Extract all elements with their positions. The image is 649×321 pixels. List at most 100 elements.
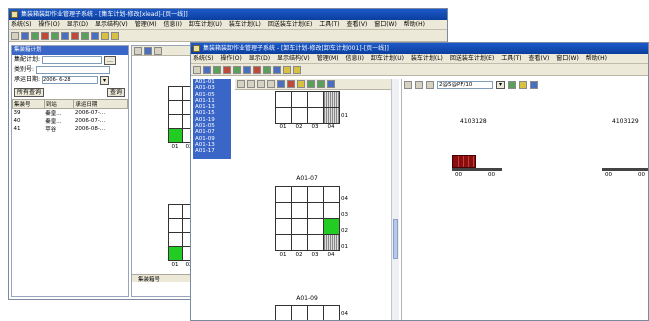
menu-info[interactable]: 信息(I): [163, 21, 181, 28]
yard-cell[interactable]: [276, 235, 292, 251]
menu-load-plan[interactable]: 装车计划(L): [229, 21, 261, 28]
refresh-icon[interactable]: [101, 31, 109, 40]
back-window-titlebar[interactable]: 集装箱装卸作业管理子系统 - [集车计划-修改[xlead]-[页一线]]: [9, 9, 447, 20]
front-window-titlebar[interactable]: 集装箱装卸作业管理子系统 - [卸车计划-修改[卸车计划001]-[页一线]]: [191, 43, 648, 54]
date-dropdown-button[interactable]: ▾: [100, 75, 110, 85]
train-icon[interactable]: [508, 80, 517, 89]
refresh-icon[interactable]: [283, 65, 291, 74]
pointer-tool-icon[interactable]: [134, 46, 142, 55]
yard-cell[interactable]: [292, 92, 308, 108]
container-icon[interactable]: [81, 31, 89, 40]
menu-system[interactable]: 系统(S): [193, 55, 214, 62]
list-item[interactable]: A01-17: [195, 148, 231, 154]
print-icon[interactable]: [61, 31, 69, 40]
layout-icon[interactable]: [51, 31, 59, 40]
grid-icon[interactable]: [31, 31, 39, 40]
yard-cell[interactable]: [292, 187, 308, 203]
yard-cell[interactable]: [169, 115, 183, 129]
menu-return-plan[interactable]: 回送装车计划(E): [268, 21, 312, 28]
menu-display[interactable]: 显示(D): [67, 21, 88, 28]
yard-cell-reserved[interactable]: [324, 108, 340, 124]
menu-unload-plan[interactable]: 卸车计划(U): [371, 55, 404, 62]
binoculars-icon[interactable]: [21, 31, 29, 40]
query-all-button[interactable]: 所有查询: [14, 87, 45, 97]
yard-cell[interactable]: [169, 101, 183, 115]
menu-return-plan[interactable]: 回送装车计划(E): [450, 55, 494, 62]
pin-icon[interactable]: [297, 80, 305, 88]
yard-cell[interactable]: [276, 187, 292, 203]
move-icon[interactable]: [426, 80, 434, 89]
train-icon[interactable]: [71, 31, 79, 40]
yard-cell[interactable]: [169, 219, 183, 233]
menu-management[interactable]: 管理(M): [317, 55, 339, 62]
track-select-dropdown[interactable]: ▾: [496, 80, 506, 89]
list-icon[interactable]: [237, 80, 245, 88]
search-icon[interactable]: [404, 80, 412, 89]
yard-cell-occupied[interactable]: [169, 247, 183, 261]
yard-cell[interactable]: [324, 306, 340, 320]
layout-icon[interactable]: [233, 65, 241, 74]
save-icon[interactable]: [91, 31, 99, 40]
yard-cell[interactable]: [308, 108, 324, 124]
grid-icon[interactable]: [213, 65, 221, 74]
menu-display-structure[interactable]: 显示结构(V): [277, 55, 310, 62]
menu-unload-plan[interactable]: 卸车计划(U): [189, 21, 222, 28]
table-row[interactable]: 40 秦皇... 2006-07-...: [13, 117, 128, 125]
query-button[interactable]: 查询: [106, 87, 125, 97]
col-header-container-no[interactable]: 集装号: [12, 99, 45, 109]
yard-cell[interactable]: [169, 233, 183, 247]
yard-scrollbar[interactable]: [391, 79, 399, 320]
yard-cell[interactable]: [308, 306, 324, 320]
move-right-icon[interactable]: [257, 80, 265, 88]
yard-cell[interactable]: [308, 219, 324, 235]
col-header-destination[interactable]: 到站: [43, 99, 75, 109]
menu-display[interactable]: 显示(D): [249, 55, 270, 62]
yard-cell[interactable]: [308, 187, 324, 203]
menu-tools[interactable]: 工具(T): [319, 21, 339, 28]
truck-icon[interactable]: [41, 31, 49, 40]
yard-cell[interactable]: [308, 235, 324, 251]
yard-cell[interactable]: [276, 203, 292, 219]
wagon-1-container[interactable]: [452, 155, 476, 168]
help-icon[interactable]: [111, 31, 119, 40]
help-icon[interactable]: [293, 65, 301, 74]
table-row[interactable]: 39 秦皇... 2006-07-...: [13, 109, 128, 117]
yard-cell[interactable]: [292, 219, 308, 235]
table-row[interactable]: 41 苹谷 2006-08-...: [13, 125, 128, 133]
category-input[interactable]: [36, 66, 111, 74]
train-icon[interactable]: [253, 65, 261, 74]
yard-cell[interactable]: [276, 219, 292, 235]
binoculars-icon[interactable]: [203, 65, 211, 74]
export-icon[interactable]: [530, 80, 539, 89]
yard-scrollbar-thumb[interactable]: [393, 219, 398, 259]
layout-icon[interactable]: [277, 80, 285, 88]
pointer-tool-icon[interactable]: [193, 65, 201, 74]
yard-cell[interactable]: [308, 203, 324, 219]
menu-management[interactable]: 管理(M): [135, 21, 157, 28]
wagon-1-flatbed[interactable]: [452, 168, 502, 171]
col-header-date[interactable]: 承运日期: [73, 99, 128, 109]
yard-cell[interactable]: [292, 108, 308, 124]
yard-cell[interactable]: [308, 92, 324, 108]
yard-cell[interactable]: [169, 87, 183, 101]
yard-cell[interactable]: [324, 203, 340, 219]
save-icon[interactable]: [273, 65, 281, 74]
binoculars-icon[interactable]: [144, 46, 152, 55]
grid-icon[interactable]: [415, 80, 423, 89]
settings-icon[interactable]: [519, 80, 528, 89]
menu-help[interactable]: 帮助(H): [586, 55, 607, 62]
yard-cell-reserved[interactable]: [324, 235, 340, 251]
menu-operation[interactable]: 操作(O): [220, 55, 241, 62]
container-icon[interactable]: [263, 65, 271, 74]
menu-load-plan[interactable]: 装车计划(L): [411, 55, 443, 62]
yard-cell-occupied[interactable]: [169, 129, 183, 143]
yard-cell[interactable]: [292, 203, 308, 219]
menu-display-structure[interactable]: 显示结构(V): [95, 21, 128, 28]
yard-cell-occupied[interactable]: [324, 219, 340, 235]
yard-cell[interactable]: [292, 306, 308, 320]
menu-tools[interactable]: 工具(T): [501, 55, 521, 62]
print-icon[interactable]: [243, 65, 251, 74]
track-select[interactable]: 2@5@PF/10: [437, 80, 493, 89]
menu-operation[interactable]: 操作(O): [38, 21, 59, 28]
plan-input[interactable]: [42, 56, 103, 64]
